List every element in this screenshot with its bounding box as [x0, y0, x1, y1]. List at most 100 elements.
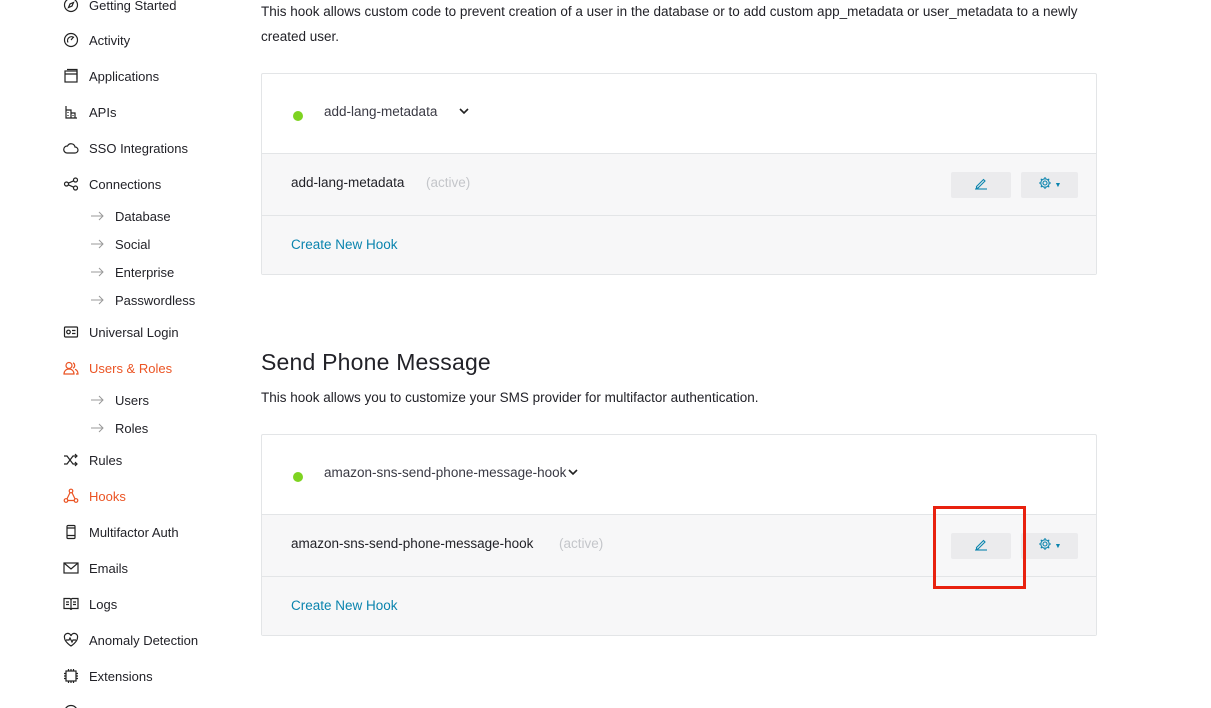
pencil-icon: [974, 537, 988, 556]
sidebar-item-emails[interactable]: Emails: [62, 556, 128, 580]
sidebar-item-multifactor-auth[interactable]: Multifactor Auth: [62, 520, 179, 544]
gear-icon: [1038, 537, 1052, 556]
gear-icon: [1038, 176, 1052, 195]
sidebar: Getting Started Activity Applications AP…: [0, 0, 240, 708]
sidebar-item-universal-login[interactable]: Universal Login: [62, 320, 179, 344]
sidebar-subitem-label: Database: [115, 208, 171, 224]
sidebar-item-rules[interactable]: Rules: [62, 448, 122, 472]
sidebar-item-label: Activity: [89, 32, 131, 48]
sidebar-item-label: Anomaly Detection: [89, 632, 199, 648]
phone-icon: [62, 523, 80, 541]
sidebar-item-logs[interactable]: Logs: [62, 592, 117, 616]
sidebar-subitem-label: Users: [115, 392, 149, 408]
sidebar-item-label: Hooks: [89, 488, 126, 504]
hook-row: add-lang-metadata (active) ▼: [262, 154, 1096, 216]
caret-down-icon: ▼: [1054, 542, 1062, 550]
hook-selector-area: add-lang-metadata: [262, 74, 1096, 154]
apis-icon: [62, 103, 80, 121]
sidebar-item-getting-started[interactable]: Getting Started: [62, 0, 176, 17]
hooks-icon: [62, 487, 80, 505]
sidebar-subitem-label: Roles: [115, 420, 149, 436]
sidebar-item-label: Universal Login: [89, 324, 179, 340]
sidebar-item-label: Connections: [89, 176, 162, 192]
sidebar-item-label: Users & Roles: [89, 360, 173, 376]
sidebar-item-label: Rules: [89, 452, 123, 468]
sidebar-subitem-label: Enterprise: [115, 264, 175, 280]
hook-row-status: (active): [559, 536, 604, 551]
sidebar-item-label: Emails: [89, 560, 129, 576]
users-icon: [62, 359, 80, 377]
section1-hook-card: add-lang-metadata add-lang-metadata (act…: [261, 73, 1097, 275]
hook-row: amazon-sns-send-phone-message-hook (acti…: [262, 515, 1096, 577]
rules-icon: [62, 451, 80, 469]
hook-select-value: amazon-sns-send-phone-message-hook: [324, 465, 567, 480]
activity-icon: [62, 31, 80, 49]
sidebar-item-users-roles[interactable]: Users & Roles: [62, 356, 172, 380]
hook-row-name: amazon-sns-send-phone-message-hook: [291, 536, 534, 551]
arrow-right-icon: [90, 211, 106, 221]
arrow-right-icon: [90, 423, 106, 433]
sidebar-item-sso-integrations[interactable]: SSO Integrations: [62, 136, 188, 160]
sidebar-item-connections[interactable]: Connections: [62, 172, 161, 196]
arrow-right-icon: [90, 239, 106, 249]
extensions-icon: [62, 667, 80, 685]
hook-select[interactable]: add-lang-metadata: [324, 104, 469, 119]
hook-select[interactable]: amazon-sns-send-phone-message-hook: [324, 465, 578, 480]
hook-select-value: add-lang-metadata: [324, 104, 438, 119]
sidebar-item-icon: [62, 703, 80, 708]
applications-icon: [62, 67, 80, 85]
sidebar-subitem-database[interactable]: Database: [90, 205, 171, 227]
section2-hook-card: amazon-sns-send-phone-message-hook amazo…: [261, 434, 1097, 636]
chevron-down-icon: [459, 108, 469, 115]
mail-icon: [62, 559, 80, 577]
pencil-icon: [974, 176, 988, 195]
sidebar-item-label: SSO Integrations: [89, 140, 188, 156]
create-new-hook-link[interactable]: Create New Hook: [291, 598, 398, 613]
sidebar-subitem-passwordless[interactable]: Passwordless: [90, 289, 195, 311]
hook-row-status: (active): [426, 175, 471, 190]
sidebar-subitem-label: Passwordless: [115, 292, 196, 308]
create-new-hook-link[interactable]: Create New Hook: [291, 237, 398, 252]
sidebar-subitem-label: Social: [115, 236, 151, 252]
hook-settings-button[interactable]: ▼: [1021, 172, 1078, 198]
section1-description: This hook allows custom code to prevent …: [261, 4, 1078, 44]
status-dot: [293, 111, 303, 121]
sidebar-item-label: Applications: [89, 68, 160, 84]
hook-card-footer: Create New Hook: [262, 577, 1096, 635]
sidebar-item-anomaly-detection[interactable]: Anomaly Detection: [62, 628, 198, 652]
sidebar-item-activity[interactable]: Activity: [62, 28, 130, 52]
hook-selector-area: amazon-sns-send-phone-message-hook: [262, 435, 1096, 515]
hook-row-name: add-lang-metadata: [291, 175, 405, 190]
hook-settings-button[interactable]: ▼: [1021, 533, 1078, 559]
arrow-right-icon: [90, 295, 106, 305]
sidebar-item-hooks[interactable]: Hooks: [62, 484, 126, 508]
chevron-down-icon: [568, 469, 578, 476]
arrow-right-icon: [90, 267, 106, 277]
status-dot: [293, 472, 303, 482]
sidebar-subitem-enterprise[interactable]: Enterprise: [90, 261, 174, 283]
sidebar-subitem-social[interactable]: Social: [90, 233, 150, 255]
sidebar-item-label: Multifactor Auth: [89, 524, 179, 540]
cloud-icon: [62, 139, 80, 157]
sidebar-item-label: Extensions: [89, 668, 153, 684]
section2-title: Send Phone Message: [261, 349, 491, 375]
sidebar-item-apis[interactable]: APIs: [62, 100, 116, 124]
sidebar-item-extensions[interactable]: Extensions: [62, 664, 153, 688]
sidebar-subitem-users[interactable]: Users: [90, 389, 149, 411]
section2-description: This hook allows you to customize your S…: [261, 390, 759, 405]
sidebar-item-label: Logs: [89, 596, 118, 612]
sidebar-subitem-roles[interactable]: Roles: [90, 417, 148, 439]
edit-hook-button[interactable]: [951, 533, 1011, 559]
sidebar-item-applications[interactable]: Applications: [62, 64, 159, 88]
connections-icon: [62, 175, 80, 193]
compass-icon: [62, 0, 80, 14]
edit-hook-button[interactable]: [951, 172, 1011, 198]
sidebar-item-label: APIs: [89, 104, 117, 120]
logs-icon: [62, 595, 80, 613]
caret-down-icon: ▼: [1054, 181, 1062, 189]
arrow-right-icon: [90, 395, 106, 405]
sidebar-item-label: Getting Started: [89, 0, 177, 13]
universal-login-icon: [62, 323, 80, 341]
hook-card-footer: Create New Hook: [262, 216, 1096, 274]
sidebar-item-partial[interactable]: [62, 700, 89, 708]
